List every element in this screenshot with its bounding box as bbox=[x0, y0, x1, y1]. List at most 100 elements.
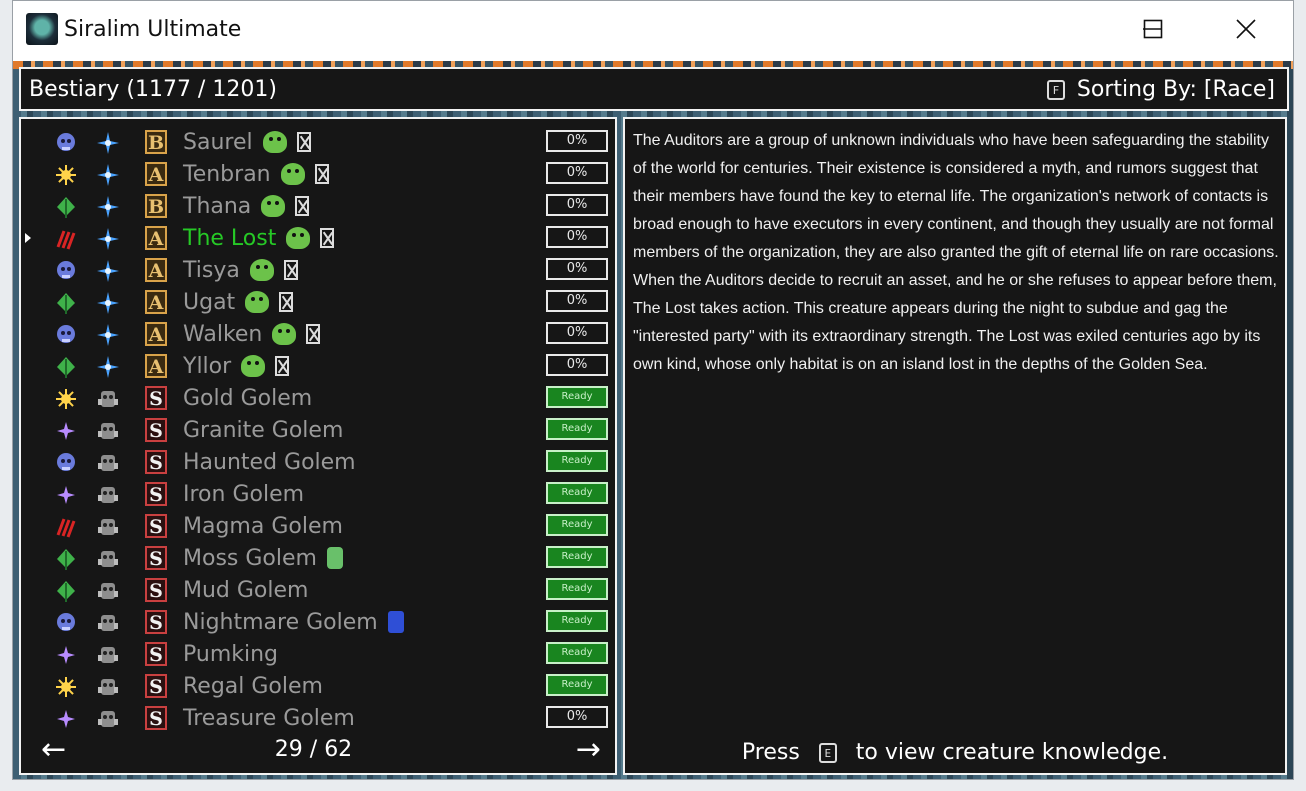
next-page-arrow-icon[interactable]: → bbox=[576, 735, 601, 765]
rank-badge: A bbox=[145, 322, 167, 346]
death-class-icon bbox=[54, 611, 78, 635]
golem-race-icon bbox=[96, 515, 120, 539]
creature-row[interactable]: S Haunted Golem Ready bbox=[21, 447, 615, 479]
crossed-card-icon bbox=[297, 132, 311, 152]
creature-row[interactable]: B Saurel 0% bbox=[21, 127, 615, 159]
progress-badge: 0% bbox=[546, 354, 608, 376]
sort-control[interactable]: F Sorting By: [Race] bbox=[1046, 77, 1275, 102]
star-race-icon bbox=[96, 195, 120, 219]
crossed-card-icon bbox=[320, 228, 334, 248]
creature-name: Gold Golem bbox=[183, 386, 313, 411]
claw-class-icon bbox=[54, 227, 78, 251]
golem-race-icon bbox=[96, 707, 120, 731]
creature-tags bbox=[286, 227, 334, 249]
creature-row[interactable]: S Regal Golem Ready bbox=[21, 671, 615, 703]
ready-badge: Ready bbox=[546, 610, 608, 632]
crossed-card-icon bbox=[295, 196, 309, 216]
creature-name: Tisya bbox=[183, 258, 240, 283]
creature-row[interactable]: S Iron Golem Ready bbox=[21, 479, 615, 511]
creature-tags bbox=[245, 291, 293, 313]
close-button[interactable] bbox=[1223, 9, 1269, 49]
creature-name: Treasure Golem bbox=[183, 706, 355, 731]
creature-row[interactable]: S Mud Golem Ready bbox=[21, 575, 615, 607]
progress-badge: 0% bbox=[546, 194, 608, 216]
creature-tags bbox=[327, 547, 343, 569]
sparkle-class-icon bbox=[54, 643, 78, 667]
crossed-card-icon bbox=[279, 292, 293, 312]
leaf-class-icon bbox=[54, 547, 78, 571]
hint-label: to view creature knowledge. bbox=[855, 740, 1169, 765]
rank-badge: S bbox=[145, 578, 167, 602]
slime-icon bbox=[241, 355, 265, 377]
creature-row[interactable]: A Yllor 0% bbox=[21, 351, 615, 383]
rank-badge: S bbox=[145, 706, 167, 730]
f-key-icon: F bbox=[1046, 79, 1065, 100]
crossed-card-icon bbox=[306, 324, 320, 344]
window-title: Siralim Ultimate bbox=[64, 17, 242, 42]
slime-icon bbox=[281, 163, 305, 185]
rank-badge: S bbox=[145, 386, 167, 410]
progress-badge: 0% bbox=[546, 162, 608, 184]
creature-row[interactable]: S Moss Golem Ready bbox=[21, 543, 615, 575]
creature-description: The Auditors are a group of unknown indi… bbox=[633, 132, 1279, 373]
creature-row[interactable]: S Gold Golem Ready bbox=[21, 383, 615, 415]
creature-name: Nightmare Golem bbox=[183, 610, 378, 635]
creature-tags bbox=[250, 259, 298, 281]
press-label: Press bbox=[741, 740, 800, 765]
maximize-button[interactable] bbox=[1130, 9, 1176, 49]
death-class-icon bbox=[54, 259, 78, 283]
rank-badge: S bbox=[145, 642, 167, 666]
progress-badge: 0% bbox=[546, 226, 608, 248]
sort-label: Sorting By: [Race] bbox=[1076, 77, 1275, 102]
creature-row[interactable]: A Tisya 0% bbox=[21, 255, 615, 287]
creature-row[interactable]: B Thana 0% bbox=[21, 191, 615, 223]
creature-name: The Lost bbox=[183, 226, 277, 251]
crossed-card-icon bbox=[315, 164, 329, 184]
star-race-icon bbox=[96, 355, 120, 379]
rank-badge: B bbox=[145, 130, 167, 154]
creature-list-panel: B Saurel 0% A Tenbran 0% B Thana 0% A The Lost 0% A T… bbox=[19, 117, 617, 775]
progress-badge: 0% bbox=[546, 706, 608, 728]
sparkle-class-icon bbox=[54, 483, 78, 507]
rank-badge: S bbox=[145, 546, 167, 570]
death-class-icon bbox=[54, 323, 78, 347]
ready-badge: Ready bbox=[546, 514, 608, 536]
death-class-icon bbox=[54, 451, 78, 475]
e-key-icon[interactable]: E bbox=[818, 743, 837, 763]
creature-row[interactable]: A Walken 0% bbox=[21, 319, 615, 351]
leaf-class-icon bbox=[54, 195, 78, 219]
creature-name: Ugat bbox=[183, 290, 236, 315]
rank-badge: S bbox=[145, 610, 167, 634]
selection-cursor-icon bbox=[25, 233, 31, 243]
creature-tags bbox=[263, 131, 311, 153]
creature-name: Tenbran bbox=[183, 162, 271, 187]
ready-badge: Ready bbox=[546, 674, 608, 696]
creature-row[interactable]: A Tenbran 0% bbox=[21, 159, 615, 191]
game-area: Bestiary (1177 / 1201) F Sorting By: [Ra… bbox=[13, 61, 1293, 779]
ready-badge: Ready bbox=[546, 386, 608, 408]
creature-row[interactable]: S Treasure Golem 0% bbox=[21, 703, 615, 735]
star-race-icon bbox=[96, 227, 120, 251]
creature-name: Mud Golem bbox=[183, 578, 309, 603]
creature-row[interactable]: A Ugat 0% bbox=[21, 287, 615, 319]
golem-race-icon bbox=[96, 579, 120, 603]
ready-badge: Ready bbox=[546, 642, 608, 664]
creature-row[interactable]: S Granite Golem Ready bbox=[21, 415, 615, 447]
rank-badge: A bbox=[145, 226, 167, 250]
nightmare-trait-icon bbox=[388, 611, 404, 633]
creature-row[interactable]: S Pumking Ready bbox=[21, 639, 615, 671]
page-count: 29 / 62 bbox=[274, 737, 353, 762]
rank-badge: S bbox=[145, 514, 167, 538]
game-window: Siralim Ultimate Bestiary (1177 / 1201) … bbox=[12, 0, 1294, 780]
creature-tags bbox=[272, 323, 320, 345]
creature-name: Pumking bbox=[183, 642, 279, 667]
creature-row[interactable]: S Magma Golem Ready bbox=[21, 511, 615, 543]
app-icon bbox=[26, 13, 58, 45]
lore-panel: The Auditors are a group of unknown indi… bbox=[623, 117, 1287, 775]
creature-row[interactable]: A The Lost 0% bbox=[21, 223, 615, 255]
bestiary-title: Bestiary (1177 / 1201) bbox=[29, 77, 277, 102]
creature-row[interactable]: S Nightmare Golem Ready bbox=[21, 607, 615, 639]
slime-icon bbox=[250, 259, 274, 281]
crossed-card-icon bbox=[275, 356, 289, 376]
creature-name: Iron Golem bbox=[183, 482, 305, 507]
